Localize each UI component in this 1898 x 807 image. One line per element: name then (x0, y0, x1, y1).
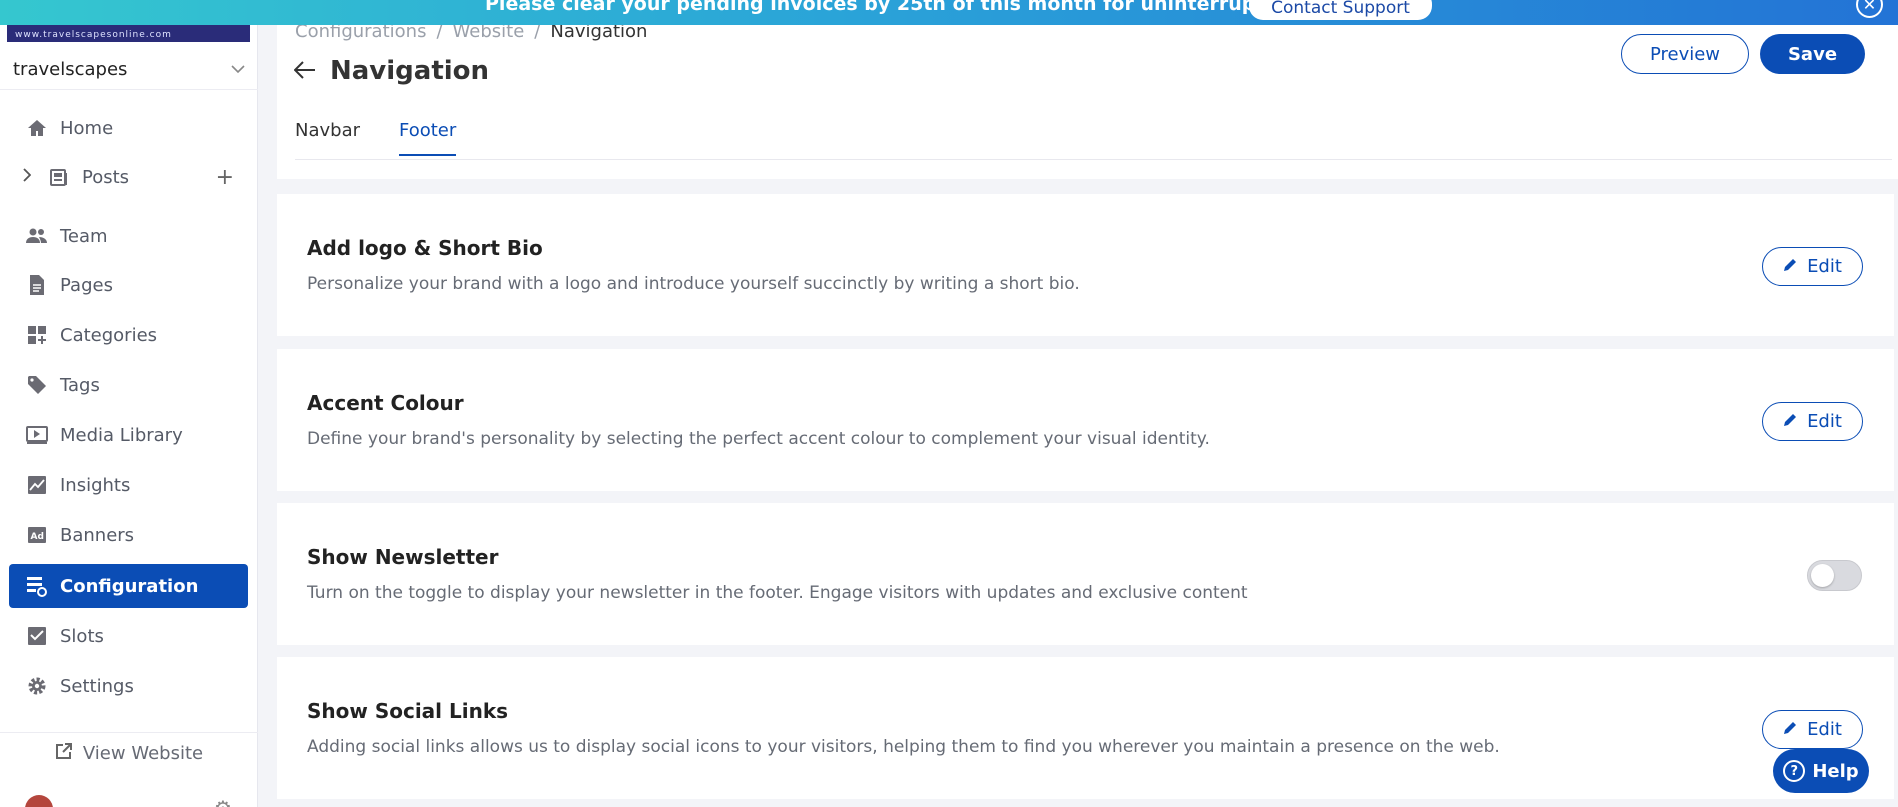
preview-button[interactable]: Preview (1621, 34, 1749, 74)
sidebar-item-label: Posts (82, 166, 130, 188)
page-title: Navigation (330, 56, 490, 86)
home-icon (26, 117, 48, 139)
sidebar-item-insights[interactable]: Insights (9, 463, 248, 507)
newsletter-toggle[interactable] (1807, 560, 1862, 591)
pencil-icon (1783, 720, 1797, 739)
site-name: travelscapes (13, 59, 128, 80)
section-social-links: Show Social Links Adding social links al… (277, 657, 1894, 799)
section-logo-bio: Add logo & Short Bio Personalize your br… (277, 194, 1894, 336)
section-title: Show Newsletter (307, 545, 499, 569)
banner-icon: Ad (26, 524, 48, 546)
avatar[interactable] (25, 795, 53, 807)
sidebar-item-slots[interactable]: Slots (9, 614, 248, 658)
sidebar-item-categories[interactable]: Categories (9, 313, 248, 357)
section-title: Add logo & Short Bio (307, 236, 543, 260)
toggle-knob (1811, 564, 1834, 587)
section-title: Show Social Links (307, 699, 509, 723)
site-selector[interactable]: travelscapes (0, 50, 258, 90)
sidebar-item-label: Media Library (60, 424, 183, 446)
configuration-icon (26, 575, 48, 597)
chevron-down-icon (231, 62, 245, 78)
posts-icon (48, 166, 70, 188)
tab-footer[interactable]: Footer (399, 120, 457, 156)
logo-url: www.travelscapesonline.com (15, 30, 172, 40)
sidebar-item-label: Banners (60, 524, 135, 546)
close-icon[interactable]: ✕ (1856, 0, 1883, 18)
team-icon (26, 225, 48, 247)
edit-social-links-button[interactable]: Edit (1762, 710, 1863, 749)
sidebar-item-home[interactable]: Home (9, 106, 248, 150)
section-description: Personalize your brand with a logo and i… (307, 274, 1080, 294)
invoice-banner: Please clear your pending invoices by 25… (0, 0, 1898, 25)
back-arrow-icon[interactable] (293, 57, 316, 85)
sidebar-item-label: Slots (60, 625, 104, 647)
sidebar-item-label: Insights (60, 474, 131, 496)
sidebar-item-pages[interactable]: Pages (9, 263, 248, 307)
sidebar-item-media-library[interactable]: Media Library (9, 413, 248, 457)
page-header: Configurations / Website / Navigation Naviga… (277, 0, 1898, 179)
view-website-label: View Website (82, 743, 204, 764)
sidebar-item-label: Tags (60, 374, 100, 396)
pages-icon (26, 274, 48, 296)
tab-navbar[interactable]: Navbar (295, 120, 360, 154)
section-description: Define your brand's personality by selec… (307, 429, 1210, 449)
chevron-right-icon[interactable] (23, 168, 32, 186)
svg-text:Ad: Ad (31, 532, 44, 542)
contact-support-button[interactable]: Contact Support (1249, 0, 1432, 20)
section-show-newsletter: Show Newsletter Turn on the toggle to di… (277, 503, 1894, 645)
help-label: Help (1812, 760, 1859, 782)
sidebar-item-label: Configuration (60, 575, 199, 597)
sidebar-item-configuration[interactable]: Configuration (9, 564, 248, 608)
sidebar-item-label: Home (60, 117, 114, 139)
edit-accent-colour-button[interactable]: Edit (1762, 402, 1863, 441)
tag-icon (26, 374, 48, 396)
pencil-icon (1783, 412, 1797, 431)
sidebar-item-label: Categories (60, 324, 158, 346)
sidebar-item-label: Team (60, 225, 108, 247)
insights-icon (26, 474, 48, 496)
save-button[interactable]: Save (1760, 34, 1865, 74)
edit-label: Edit (1807, 256, 1842, 277)
external-link-icon (55, 742, 73, 765)
section-accent-colour: Accent Colour Define your brand's person… (277, 349, 1894, 491)
gear-icon[interactable]: ⚙ (214, 796, 232, 807)
sidebar-item-label: Pages (60, 274, 113, 296)
section-title: Accent Colour (307, 391, 464, 415)
help-button[interactable]: ? Help (1773, 749, 1869, 793)
edit-label: Edit (1807, 411, 1842, 432)
sidebar-item-team[interactable]: Team (9, 214, 248, 258)
view-website-link[interactable]: View Website (0, 732, 258, 774)
edit-label: Edit (1807, 719, 1842, 740)
media-icon (26, 424, 48, 446)
section-description: Adding social links allows us to display… (307, 737, 1500, 757)
sidebar-item-tags[interactable]: Tags (9, 363, 248, 407)
edit-logo-bio-button[interactable]: Edit (1762, 247, 1863, 286)
pencil-icon (1783, 257, 1797, 276)
sidebar-item-banners[interactable]: Ad Banners (9, 513, 248, 557)
sidebar-item-posts[interactable]: Posts + (9, 155, 248, 199)
categories-icon (26, 324, 48, 346)
gear-icon (26, 675, 48, 697)
add-post-icon[interactable]: + (216, 165, 234, 190)
section-description: Turn on the toggle to display your newsl… (307, 583, 1248, 603)
slots-icon (26, 625, 48, 647)
sidebar-item-settings[interactable]: Settings (9, 664, 248, 708)
question-icon: ? (1783, 760, 1806, 782)
tab-divider (295, 159, 1892, 160)
sidebar: www.travelscapesonline.com travelscapes … (0, 0, 258, 807)
sidebar-item-label: Settings (60, 675, 134, 697)
